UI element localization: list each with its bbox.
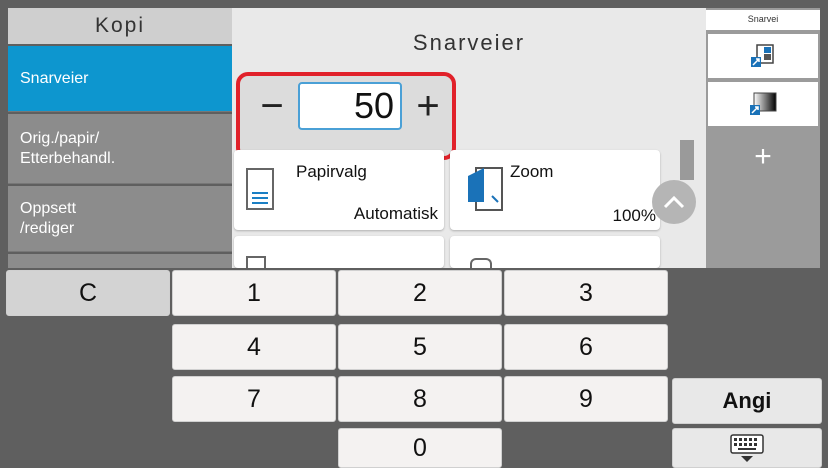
paper-select-value: Automatisk xyxy=(353,204,438,223)
shortcut-button-1[interactable] xyxy=(708,34,818,78)
paper-select-button[interactable]: Papirvalg Automatisk xyxy=(234,150,444,230)
digit-key-6[interactable]: 6 xyxy=(504,324,668,370)
function-button-partial[interactable] xyxy=(450,236,660,268)
digit-key-1[interactable]: 1 xyxy=(172,270,336,316)
scroll-up-button[interactable] xyxy=(652,180,696,224)
shortcut-icon xyxy=(751,44,774,67)
document-icon xyxy=(470,258,492,268)
decrement-button[interactable]: − xyxy=(252,84,292,128)
shortcut-button-2[interactable] xyxy=(708,82,818,126)
digit-key-9[interactable]: 9 xyxy=(504,376,668,422)
paper-tray-icon xyxy=(246,168,274,210)
digit-key-3[interactable]: 3 xyxy=(504,270,668,316)
keyboard-button[interactable] xyxy=(672,428,822,468)
clear-key[interactable]: C xyxy=(6,270,170,316)
sidebar-item-orig-papir[interactable]: Orig./papir/ Etterbehandl. xyxy=(8,114,232,184)
sidebar-item-label: Orig./papir/ Etterbehandl. xyxy=(20,129,116,167)
digit-key-0[interactable]: 0 xyxy=(338,428,502,468)
copies-input[interactable]: 50 xyxy=(298,82,402,130)
sidebar-item-snarveier[interactable]: Snarveier xyxy=(8,46,232,112)
shortcut-icon xyxy=(750,92,777,115)
digit-key-5[interactable]: 5 xyxy=(338,324,502,370)
shortcut-header: Snarvei xyxy=(706,10,820,30)
digit-key-8[interactable]: 8 xyxy=(338,376,502,422)
sidebar-item-label: Snarveier xyxy=(20,69,89,87)
zoom-button[interactable]: Zoom 100% xyxy=(450,150,660,230)
scrollbar[interactable] xyxy=(680,140,694,180)
sidebar-item-more[interactable] xyxy=(8,254,232,268)
sidebar-item-label: Oppsett /rediger xyxy=(20,199,77,237)
digit-key-2[interactable]: 2 xyxy=(338,270,502,316)
enter-key[interactable]: Angi xyxy=(672,378,822,424)
document-icon xyxy=(246,256,266,268)
zoom-label: Zoom xyxy=(510,162,554,181)
function-button-partial[interactable] xyxy=(234,236,444,268)
digit-key-4[interactable]: 4 xyxy=(172,324,336,370)
app-title: Kopi xyxy=(8,8,232,44)
digit-key-7[interactable]: 7 xyxy=(172,376,336,422)
sidebar-item-oppsett[interactable]: Oppsett /rediger xyxy=(8,186,232,252)
page-title: Snarveier xyxy=(412,30,526,55)
zoom-value: 100% xyxy=(612,206,656,225)
add-shortcut-button[interactable]: + xyxy=(706,140,820,174)
keyboard-icon xyxy=(730,434,764,462)
increment-button[interactable]: + xyxy=(408,84,448,128)
chevron-up-icon xyxy=(663,195,685,209)
zoom-icon xyxy=(466,166,504,212)
paper-select-label: Papirvalg xyxy=(296,162,367,181)
